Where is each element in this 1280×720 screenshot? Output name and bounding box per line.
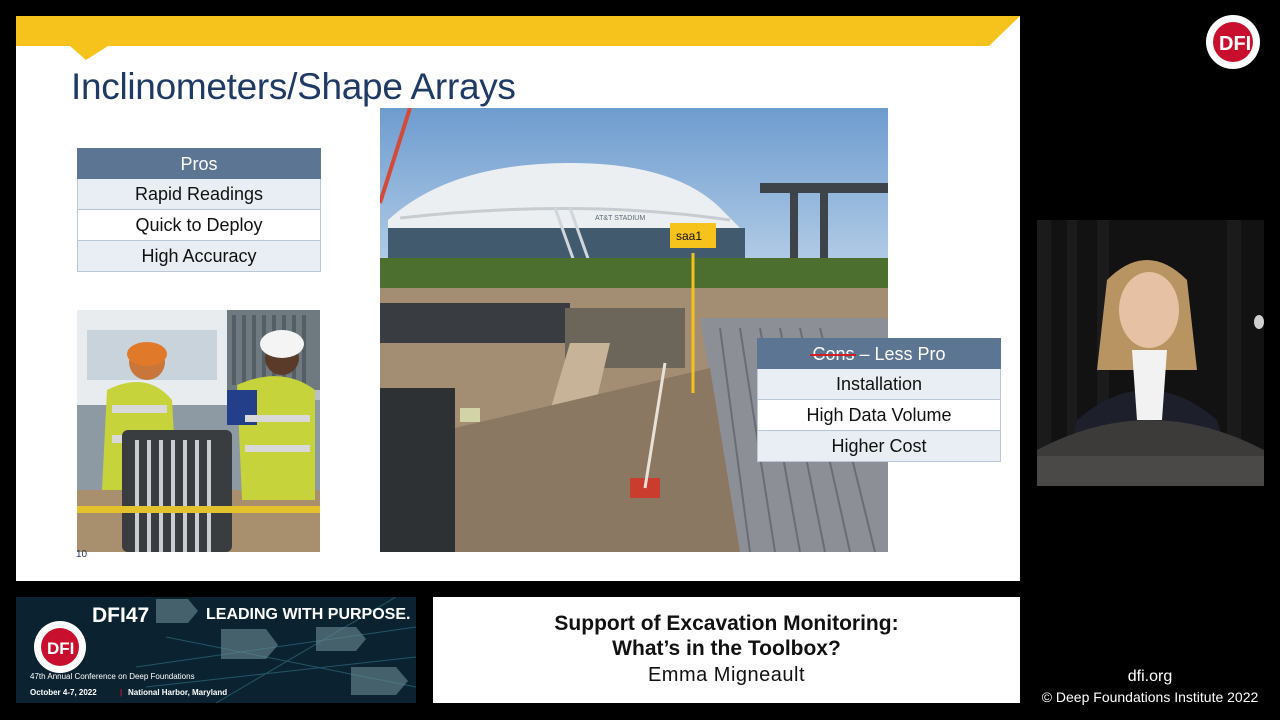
cons-struck-word: Cons	[812, 344, 855, 364]
cons-table: Cons – Less Pro Installation High Data V…	[757, 338, 1001, 462]
pros-item: High Accuracy	[77, 241, 321, 272]
video-frame: Inclinometers/Shape Arrays Pros Rapid Re…	[0, 0, 1280, 720]
pros-item: Rapid Readings	[77, 179, 321, 210]
conference-dates: October 4-7, 2022	[30, 688, 97, 697]
cons-header-rest: – Less Pro	[854, 344, 946, 364]
conference-location: National Harbor, Maryland	[128, 688, 227, 697]
banner-logo-text: DFI	[47, 639, 74, 658]
banner-separator: |	[120, 688, 122, 697]
microphone-icon	[1254, 315, 1264, 329]
pros-item: Quick to Deploy	[77, 210, 321, 241]
slogan: LEADING WITH PURPOSE.	[206, 606, 410, 623]
stadium-sign: AT&T STADIUM	[595, 215, 645, 222]
excavation-site-photo: AT&T STADIUM saa1	[380, 108, 888, 552]
saa-tag-label: saa1	[676, 229, 702, 243]
speaker-video	[1037, 220, 1264, 486]
event-code: DFI47	[92, 604, 149, 627]
cons-item: High Data Volume	[757, 400, 1001, 431]
slide-title: Inclinometers/Shape Arrays	[71, 66, 516, 107]
copyright-notice: © Deep Foundations Institute 2022	[1041, 689, 1259, 705]
pros-table: Pros Rapid Readings Quick to Deploy High…	[77, 148, 321, 272]
conference-banner: DFI47 LEADING WITH PURPOSE. DFI 47th Ann…	[16, 597, 416, 703]
session-title-line2: What’s in the Toolbox?	[612, 637, 841, 660]
pros-header: Pros	[77, 148, 321, 179]
workers-photo	[77, 310, 320, 552]
session-caption: Support of Excavation Monitoring: What’s…	[433, 597, 1020, 703]
session-title-line1: Support of Excavation Monitoring:	[554, 612, 899, 635]
dfi-corner-logo-text: DFI	[1219, 33, 1251, 55]
cons-item: Installation	[757, 369, 1001, 400]
slide-page-number: 10	[76, 549, 88, 560]
presenter-name: Emma Migneault	[647, 664, 806, 686]
cons-header: Cons – Less Pro	[757, 338, 1001, 369]
cons-item: Higher Cost	[757, 431, 1001, 462]
dfi-corner-logo: DFI	[1206, 15, 1260, 69]
website-url: dfi.org	[1127, 668, 1173, 685]
presentation-slide: Inclinometers/Shape Arrays Pros Rapid Re…	[16, 16, 1020, 581]
conference-name: 47th Annual Conference on Deep Foundatio…	[30, 672, 195, 681]
